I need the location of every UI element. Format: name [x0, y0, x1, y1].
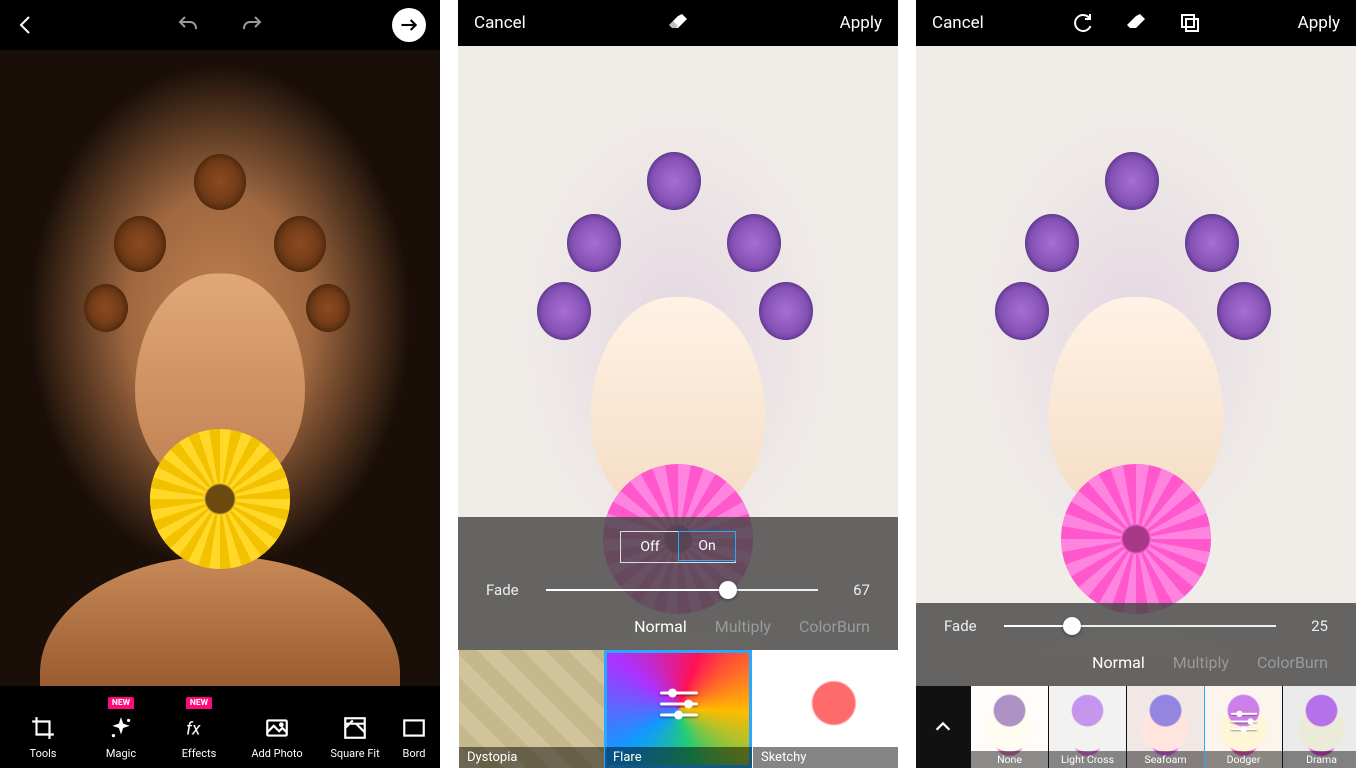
- tool-label: Tools: [30, 747, 57, 760]
- filter-label: Dodger: [1205, 751, 1282, 768]
- filter-seafoam[interactable]: Seafoam: [1126, 686, 1204, 768]
- blend-multiply[interactable]: Multiply: [715, 617, 771, 636]
- slider-thumb[interactable]: [1063, 617, 1081, 635]
- filter-label: None: [971, 751, 1048, 768]
- tool-tools[interactable]: Tools: [4, 713, 82, 760]
- adjust-icon: [660, 692, 698, 717]
- blend-colorburn[interactable]: ColorBurn: [1257, 653, 1328, 672]
- blend-modes: Normal Multiply ColorBurn: [944, 653, 1328, 672]
- fade-value: 67: [836, 581, 870, 599]
- filter-dystopia[interactable]: Dystopia: [458, 650, 604, 768]
- effect-controls: Off On Fade 67 Normal Multiply ColorBurn: [458, 517, 898, 650]
- filter-light-cross[interactable]: Light Cross: [1048, 686, 1126, 768]
- fade-label: Fade: [486, 581, 528, 599]
- filter-drama[interactable]: Drama: [1282, 686, 1356, 768]
- tool-square-fit[interactable]: Square Fit: [316, 713, 394, 760]
- border-icon: [399, 713, 429, 743]
- tool-effects[interactable]: NEW fx Effects: [160, 713, 238, 760]
- blend-multiply[interactable]: Multiply: [1173, 653, 1229, 672]
- fade-slider-row: Fade 25: [944, 617, 1328, 635]
- cancel-button[interactable]: Cancel: [932, 13, 984, 33]
- redo-icon[interactable]: [240, 13, 264, 37]
- filter-label: Seafoam: [1127, 751, 1204, 768]
- toggle-on[interactable]: On: [678, 531, 736, 561]
- filter-sketchy[interactable]: Sketchy: [752, 650, 898, 768]
- square-fit-icon: [340, 713, 370, 743]
- eraser-icon[interactable]: [666, 11, 690, 35]
- filter-strip[interactable]: None Light Cross Seafoam Dodger Drama: [916, 686, 1356, 768]
- slider-thumb[interactable]: [719, 581, 737, 599]
- filter-dodger[interactable]: Dodger: [1204, 686, 1282, 768]
- tool-label: Magic: [106, 747, 136, 760]
- fade-slider[interactable]: [1004, 625, 1276, 627]
- undo-icon[interactable]: [176, 13, 200, 37]
- screen-editor: Tools NEW Magic NEW fx Effects Add Photo…: [0, 0, 440, 768]
- new-badge: NEW: [186, 697, 212, 709]
- tool-label: Add Photo: [251, 747, 302, 760]
- adjust-icon: [1230, 712, 1257, 730]
- fade-slider-row: Fade 67: [486, 581, 870, 599]
- filter-strip[interactable]: Dystopia Flare Sketchy: [458, 650, 898, 768]
- tool-label: Square Fit: [330, 747, 379, 760]
- effect-controls: Fade 25 Normal Multiply ColorBurn: [916, 603, 1356, 686]
- screen-effect-dodger: Cancel Apply Fade: [916, 0, 1356, 768]
- screen-effect-flare: Cancel Apply Off On Fade: [458, 0, 898, 768]
- top-bar: Cancel Apply: [458, 0, 898, 46]
- toggle-off[interactable]: Off: [621, 532, 679, 562]
- image-canvas[interactable]: Fade 25 Normal Multiply ColorBurn None: [916, 46, 1356, 768]
- new-badge: NEW: [108, 697, 134, 709]
- filter-label: Sketchy: [753, 747, 898, 768]
- eraser-icon[interactable]: [1124, 11, 1148, 35]
- cycle-icon[interactable]: [1070, 11, 1094, 35]
- image-plus-icon: [262, 713, 292, 743]
- crop-icon: [28, 713, 58, 743]
- expand-icon[interactable]: [916, 686, 970, 768]
- top-bar: [0, 0, 440, 50]
- cancel-button[interactable]: Cancel: [474, 13, 526, 33]
- tool-label: Bord: [403, 747, 426, 760]
- fade-label: Fade: [944, 617, 986, 635]
- image-canvas[interactable]: [0, 50, 440, 686]
- apply-button[interactable]: Apply: [840, 13, 882, 33]
- filter-flare[interactable]: Flare: [604, 650, 752, 768]
- blend-colorburn[interactable]: ColorBurn: [799, 617, 870, 636]
- blend-normal[interactable]: Normal: [1092, 653, 1145, 672]
- fx-icon: fx: [184, 713, 214, 743]
- tool-border[interactable]: Bord: [394, 713, 434, 760]
- tool-label: Effects: [182, 747, 217, 760]
- fade-value: 25: [1294, 617, 1328, 635]
- blend-normal[interactable]: Normal: [634, 617, 687, 636]
- sparkle-icon: [106, 713, 136, 743]
- top-bar: Cancel Apply: [916, 0, 1356, 46]
- tool-magic[interactable]: NEW Magic: [82, 713, 160, 760]
- filter-none[interactable]: None: [970, 686, 1048, 768]
- fade-slider[interactable]: [546, 589, 818, 591]
- filter-label: Light Cross: [1049, 751, 1126, 768]
- apply-button[interactable]: Apply: [1298, 13, 1340, 33]
- image-canvas[interactable]: Off On Fade 67 Normal Multiply ColorBurn…: [458, 46, 898, 768]
- filter-label: Dystopia: [459, 747, 604, 768]
- tool-bar: Tools NEW Magic NEW fx Effects Add Photo…: [0, 686, 440, 768]
- filter-label: Flare: [605, 747, 752, 768]
- tool-add-photo[interactable]: Add Photo: [238, 713, 316, 760]
- blend-modes: Normal Multiply ColorBurn: [486, 617, 870, 636]
- layers-icon[interactable]: [1178, 11, 1202, 35]
- next-button[interactable]: [392, 8, 426, 42]
- toggle-off-on[interactable]: Off On: [620, 531, 736, 563]
- filter-label: Drama: [1283, 751, 1356, 768]
- back-icon[interactable]: [14, 13, 38, 37]
- svg-text:fx: fx: [186, 720, 201, 740]
